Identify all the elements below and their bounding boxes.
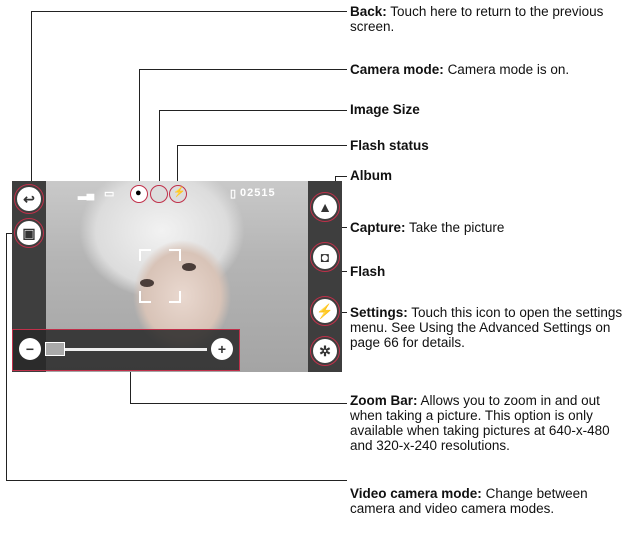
- signal-icon: ▂▄: [78, 188, 95, 200]
- capture-highlight: [310, 242, 340, 272]
- callout-album: Album: [350, 168, 392, 183]
- leader-back-h: [31, 11, 347, 12]
- callout-flash: Flash: [350, 264, 386, 279]
- callout-video-mode: Video camera mode: Change between camera…: [350, 486, 588, 516]
- leader-flashstatus-h: [177, 145, 347, 146]
- callout-back: Back: Touch here to return to the previo…: [350, 4, 604, 34]
- zoom-bar[interactable]: − +: [12, 329, 240, 371]
- memory-icon: ▯: [230, 188, 237, 200]
- leader-flashstatus-v: [177, 145, 178, 186]
- album-highlight: [310, 192, 340, 222]
- plus-icon: +: [217, 341, 227, 357]
- callout-settings: Settings: Touch this icon to open the se…: [350, 305, 623, 350]
- leader-camera-h: [139, 69, 347, 70]
- right-toolbar: ▲ ◘ ⚡ ✲: [308, 181, 342, 372]
- camera-mode-dot-icon: ●: [135, 187, 142, 199]
- image-size-indicator: [150, 185, 168, 203]
- back-highlight: [14, 184, 44, 214]
- callout-zoom-bar: Zoom Bar: Allows you to zoom in and out …: [350, 393, 610, 453]
- callout-image-size: Image Size: [350, 102, 420, 117]
- leader-video-h: [6, 480, 347, 481]
- photo-eye-right: [182, 263, 196, 271]
- leader-back-v: [31, 11, 32, 189]
- callout-camera-mode: Camera mode: Camera mode is on.: [350, 62, 570, 77]
- leader-size-h: [159, 110, 347, 111]
- callout-capture: Capture: Take the picture: [350, 220, 505, 235]
- leader-zoom-h: [130, 403, 347, 404]
- flash-highlight: [310, 296, 340, 326]
- video-highlight: [14, 218, 44, 248]
- battery-icon: ▭: [104, 188, 115, 200]
- focus-frame: [139, 249, 181, 303]
- settings-highlight: [310, 336, 340, 366]
- leader-album-h: [335, 176, 347, 177]
- flash-status-icon: ⚡: [173, 187, 186, 198]
- minus-icon: −: [25, 341, 35, 357]
- leader-video-v: [6, 233, 7, 480]
- zoom-out-button[interactable]: −: [19, 338, 41, 360]
- shot-counter: 02515: [240, 187, 276, 199]
- leader-camera-v: [139, 69, 140, 186]
- leader-size-v: [159, 110, 160, 186]
- camera-screen: ↩ ▣ ▂▄ ▭ ● ⚡ ▯ 02515 ▲ ◘ ⚡ ✲ − +: [12, 181, 342, 372]
- callout-flash-status: Flash status: [350, 138, 429, 153]
- zoom-slider-thumb[interactable]: [45, 342, 65, 356]
- zoom-track[interactable]: [57, 348, 207, 351]
- zoom-in-button[interactable]: +: [211, 338, 233, 360]
